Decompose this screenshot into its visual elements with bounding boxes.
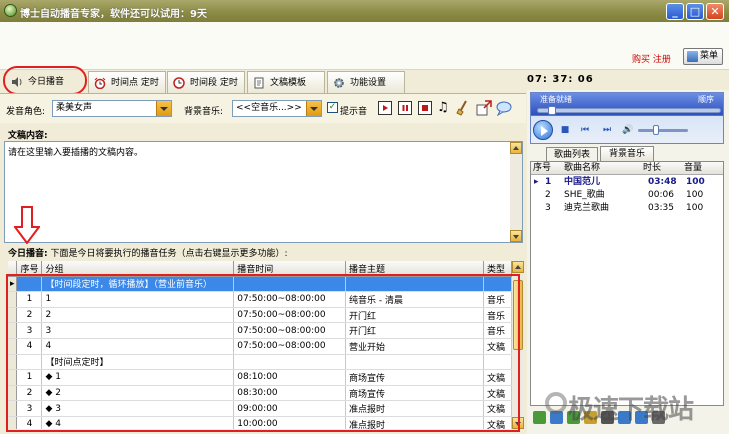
voice-value: 柔美女声 (56, 103, 93, 113)
tab-time-point[interactable]: 时间点 定时 (88, 71, 166, 93)
song-duration: 00:06 (648, 190, 674, 200)
next-icon[interactable]: ⏭ (602, 126, 612, 135)
gear-icon (334, 78, 344, 88)
previous-icon[interactable]: ⏮ (580, 126, 590, 135)
top-band (0, 22, 729, 70)
clock-display: 07: 37: 06 (527, 74, 594, 85)
content-placeholder: 请在这里输入要插播的文稿内容。 (8, 148, 144, 158)
red-down-arrow-icon (14, 206, 40, 244)
tab-label: 时间点 定时 (111, 78, 159, 88)
song-volume: 100 (686, 190, 704, 200)
today-title: 今日播音: (8, 249, 48, 259)
prompt-checkbox[interactable]: ✓ (327, 102, 338, 113)
tab-background-music[interactable]: 背景音乐 (600, 146, 654, 161)
today-subtitle: 下面是今日将要执行的播音任务（点击右键显示更多功能）: (50, 249, 288, 259)
play-order[interactable]: 顺序 (698, 94, 714, 105)
song-row[interactable]: 2 SHE_歌曲 00:06 100 (531, 189, 723, 202)
app-icon (4, 4, 17, 17)
voice-label: 发音角色: (6, 107, 46, 117)
bgm-label: 背景音乐: (184, 107, 224, 117)
add-song-icon[interactable] (533, 411, 546, 424)
column-header[interactable]: 时长 (643, 162, 661, 175)
clock-icon (173, 77, 185, 89)
song-volume: 100 (686, 177, 705, 187)
tab-label: 时间段 定时 (190, 78, 238, 88)
today-header: 今日播音: 下面是今日将要执行的播音任务（点击右键显示更多功能）: (8, 246, 288, 259)
close-button[interactable]: ✕ (706, 3, 724, 20)
progress-bar[interactable] (537, 108, 721, 113)
window-title: 博士自动播音专家，软件还可以试用：9天 (20, 9, 207, 20)
column-header[interactable]: 序号 (533, 162, 551, 175)
voice-select[interactable]: 柔美女声 (52, 100, 172, 117)
tab-song-list[interactable]: 歌曲列表 (546, 147, 598, 161)
volume-knob[interactable] (653, 125, 659, 135)
song-seq: 1 (545, 177, 552, 187)
alarm-clock-icon (94, 77, 106, 89)
highlight-ring-tab (3, 66, 87, 95)
tab-time-period[interactable]: 时间段 定时 (167, 71, 245, 93)
menu-label: 菜单 (700, 51, 719, 61)
watermark: 极速下载站 (568, 395, 694, 425)
song-row[interactable]: ▸ 1 中国范儿 03:48 100 (531, 176, 723, 189)
song-name: SHE_歌曲 (564, 190, 605, 200)
watermark-logo (545, 392, 567, 414)
title-bar: 博士自动播音专家，软件还可以试用：9天 (0, 0, 729, 22)
tab-settings[interactable]: 功能设置 (327, 71, 405, 93)
maximize-button[interactable]: □ (686, 3, 704, 20)
scroll-down-icon[interactable] (510, 230, 522, 242)
column-header[interactable]: 音量 (684, 162, 702, 175)
buy-register-link[interactable]: 购买 注册 (632, 52, 671, 65)
content-label: 文稿内容: (8, 131, 48, 141)
song-name: 中国范儿 (564, 177, 601, 187)
prompt-label: 提示音 (340, 107, 368, 117)
minimize-button[interactable]: _ (666, 3, 684, 20)
export-icon[interactable] (476, 100, 492, 116)
song-duration: 03:48 (648, 177, 677, 187)
current-song-icon: ▸ (534, 177, 539, 187)
content-scrollbar[interactable] (510, 142, 522, 242)
chat-icon[interactable] (496, 100, 512, 117)
music-note-icon[interactable]: ♫ (437, 100, 451, 116)
bgm-select[interactable]: <<空音乐...>> (232, 100, 322, 117)
song-seq: 2 (545, 190, 551, 200)
bgm-value: <<空音乐...>> (236, 103, 302, 113)
document-icon (254, 77, 264, 89)
column-header[interactable]: 歌曲名称 (564, 162, 600, 175)
dropdown-arrow-icon (306, 101, 321, 116)
menu-button[interactable]: 菜单 (683, 48, 723, 65)
song-row[interactable]: 3 迪克兰歌曲 03:35 100 (531, 202, 723, 215)
broom-icon[interactable] (456, 100, 470, 116)
song-seq: 3 (545, 203, 551, 213)
tab-templates[interactable]: 文稿模板 (247, 71, 325, 93)
stop-icon[interactable] (418, 101, 432, 115)
progress-knob[interactable] (548, 106, 557, 115)
volume-slider[interactable] (638, 129, 688, 132)
song-list-header: 序号 歌曲名称 时长 音量 (531, 162, 723, 175)
pause-icon[interactable] (398, 101, 412, 115)
menu-icon (687, 51, 698, 62)
song-name: 迪克兰歌曲 (564, 203, 610, 213)
volume-icon[interactable]: 🔊 (622, 126, 633, 135)
song-duration: 03:35 (648, 203, 674, 213)
highlight-ring-grid (6, 274, 520, 432)
dropdown-arrow-icon (156, 101, 171, 116)
stop-button[interactable]: ■ (560, 126, 570, 135)
play-button[interactable] (533, 120, 553, 140)
song-volume: 100 (686, 203, 704, 213)
player-status: 准备就绪 (540, 95, 572, 104)
play-icon[interactable] (378, 101, 392, 115)
scroll-up-icon[interactable] (512, 261, 524, 273)
tab-label: 文稿模板 (270, 78, 307, 88)
tab-label: 功能设置 (350, 78, 387, 88)
scroll-up-icon[interactable] (510, 142, 522, 154)
